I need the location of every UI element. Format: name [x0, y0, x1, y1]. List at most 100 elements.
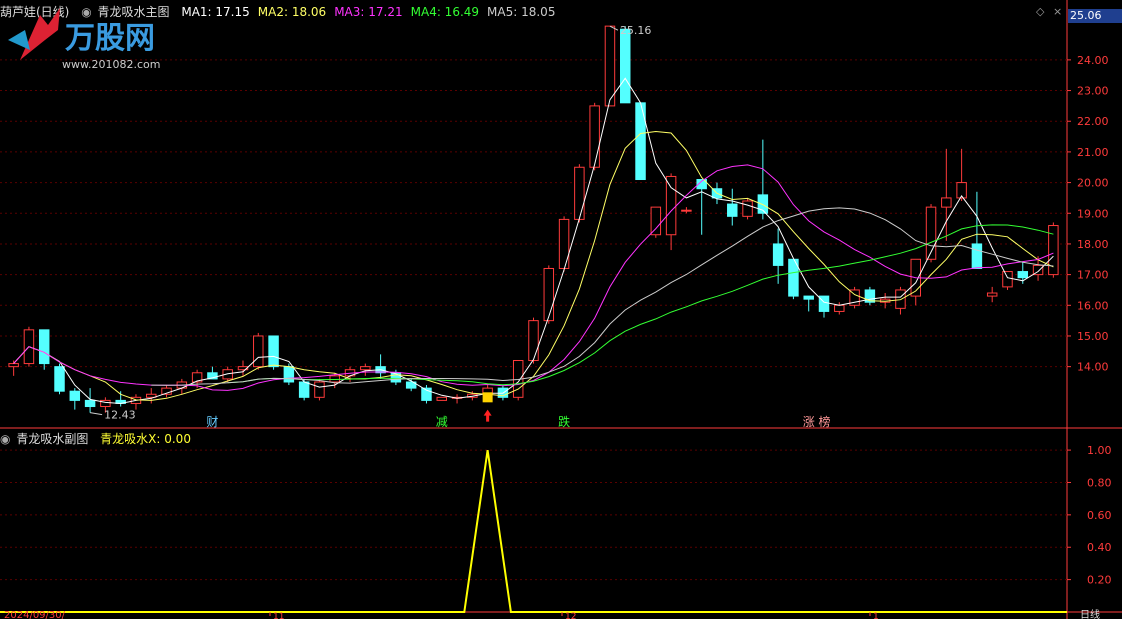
- sub-indicator-icon[interactable]: ◉: [0, 432, 10, 446]
- candle: [54, 363, 65, 395]
- date-tick-label: 11: [273, 612, 284, 619]
- candle: [650, 206, 662, 238]
- candlestick-chart[interactable]: 24.00 23.00 22.00 21.00 20.00 19.00 18.00 17.00…: [0, 0, 1122, 619]
- candle: [528, 317, 539, 364]
- candle-body: [436, 396, 448, 401]
- date-tick-label: 1: [873, 612, 879, 619]
- candle-body: [253, 335, 264, 368]
- candle: [971, 191, 983, 269]
- candle: [314, 378, 325, 401]
- low-price-label: 12.43: [104, 409, 136, 422]
- candle: [69, 388, 81, 410]
- candle: [451, 394, 463, 404]
- candle-body: [941, 197, 952, 208]
- candle-body: [268, 335, 279, 368]
- candle-body: [772, 243, 784, 266]
- candle-body: [528, 320, 539, 362]
- sub-indicator-name[interactable]: 青龙吸水副图: [16, 432, 88, 446]
- candle: [849, 286, 860, 309]
- candle: [130, 394, 142, 410]
- candle: [558, 216, 570, 272]
- ma-legend-item-4: MA4: 16.49: [410, 5, 480, 19]
- candle-body: [589, 105, 600, 168]
- candle: [803, 295, 814, 312]
- candle-body: [834, 304, 845, 312]
- main-axis-tick-label: 23.00: [1077, 85, 1109, 98]
- event-label: 涨 榜: [803, 414, 831, 429]
- watermark-url: www.201082.com: [62, 58, 160, 71]
- ma-legend-item-3: MA3: 17.21: [334, 5, 403, 19]
- ma-line-5: [151, 207, 1054, 386]
- candle: [696, 179, 707, 235]
- candle: [436, 396, 448, 401]
- main-axis-tick-label: 21.00: [1077, 146, 1109, 159]
- candle-body: [38, 329, 50, 365]
- candle: [1002, 271, 1013, 290]
- main-axis-tick-label: 17.00: [1077, 269, 1109, 282]
- candle: [925, 204, 937, 263]
- candle-body: [314, 381, 325, 398]
- date-tick-label: 12: [565, 612, 576, 619]
- main-axis-tick-label: 15.00: [1077, 330, 1109, 343]
- main-axis-tick-label: 18.00: [1077, 238, 1109, 251]
- candle-body: [986, 292, 998, 297]
- watermark-logo: 万股网 www.201082.com: [8, 8, 160, 71]
- candle: [38, 329, 50, 370]
- main-axis-tick-label: 19.00: [1077, 207, 1109, 220]
- sub-axis-tick-label: 0.60: [1087, 509, 1112, 522]
- candle: [834, 302, 845, 315]
- candle: [619, 26, 631, 104]
- diamond-icon[interactable]: ◇: [1036, 5, 1044, 18]
- event-label: 减: [436, 415, 448, 429]
- candle-body: [283, 366, 295, 383]
- candle: [895, 286, 906, 315]
- candle: [360, 363, 371, 376]
- signal-line: [0, 449, 1067, 613]
- candle: [589, 102, 600, 171]
- main-axis-tick-label: 14.00: [1077, 361, 1109, 374]
- candle: [681, 207, 692, 214]
- sub-axis-tick-label: 1.00: [1087, 444, 1112, 457]
- sub-axis-tick-label: 0.80: [1087, 476, 1112, 489]
- ma-legend: MA1: 17.15 MA2: 18.06 MA3: 17.21 MA4: 16.49…: [181, 5, 563, 19]
- candle: [253, 332, 264, 370]
- candle: [727, 188, 738, 226]
- candle: [115, 391, 126, 407]
- candle: [864, 286, 876, 306]
- low-marker-line: [90, 412, 103, 416]
- candle-body: [558, 218, 570, 269]
- candle-body: [69, 390, 81, 401]
- candle: [986, 286, 998, 303]
- candle-body: [742, 200, 753, 217]
- candle: [1048, 222, 1059, 278]
- candle-body: [574, 166, 585, 220]
- event-label: 跌: [558, 414, 570, 429]
- event-label: 财: [206, 415, 218, 429]
- candle-body: [665, 175, 677, 236]
- candle: [161, 385, 172, 398]
- high-price-label: 25.16: [620, 24, 652, 37]
- ma-legend-item-5: MA5: 18.05: [487, 5, 556, 19]
- signal-marker-square: [482, 392, 493, 403]
- candle-body: [543, 267, 555, 322]
- main-axis-tick-label: 24.00: [1077, 54, 1109, 67]
- sub-axis-tick-label: 0.20: [1087, 574, 1112, 587]
- ma-legend-item-2: MA2: 18.06: [257, 5, 327, 19]
- watermark-brand: 万股网: [65, 21, 155, 56]
- candle-body: [84, 399, 96, 408]
- date-label: 2024/09/30/: [4, 610, 66, 619]
- signal-up-arrow: [483, 409, 492, 422]
- candle-body: [1017, 271, 1029, 279]
- stock-chart-window: 24.00 23.00 22.00 21.00 20.00 19.00 18.00 17.00…: [0, 0, 1122, 619]
- candle-body: [360, 366, 371, 371]
- candle-body: [681, 209, 692, 212]
- close-icon[interactable]: ×: [1053, 5, 1062, 18]
- candle: [956, 148, 967, 201]
- candle: [604, 25, 616, 107]
- period-label: 日线: [1080, 608, 1100, 619]
- main-axis-tick-label: 16.00: [1077, 299, 1109, 312]
- current-price-tag: 25.06: [1068, 9, 1122, 23]
- candle: [146, 388, 157, 404]
- candle-body: [727, 203, 738, 217]
- candle-body: [298, 381, 310, 398]
